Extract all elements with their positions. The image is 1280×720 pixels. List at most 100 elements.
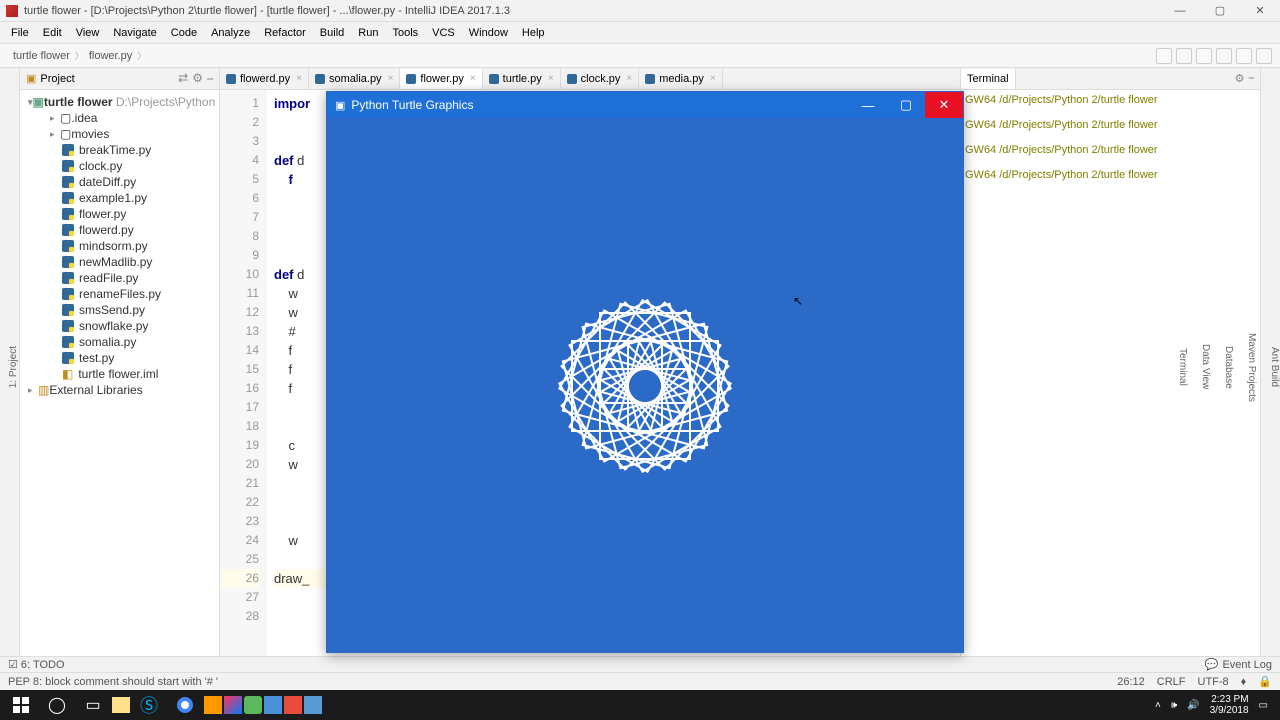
turtle-window[interactable]: ▣ Python Turtle Graphics — ▢ ✕ ↖ [326, 91, 964, 653]
tree-file[interactable]: smsSend.py [20, 302, 219, 318]
tab-clock[interactable]: clock.py× [561, 68, 640, 89]
close-icon[interactable]: × [470, 73, 476, 84]
gear-icon[interactable]: ⚙ [1235, 72, 1245, 85]
close-icon[interactable]: × [296, 73, 302, 84]
close-icon[interactable]: × [548, 73, 554, 84]
cursor-position[interactable]: 26:12 [1117, 676, 1145, 688]
turtle-title-bar[interactable]: ▣ Python Turtle Graphics — ▢ ✕ [327, 92, 963, 118]
menu-build[interactable]: Build [313, 27, 351, 39]
breadcrumb[interactable]: flower.py [84, 50, 137, 62]
menu-view[interactable]: View [69, 27, 107, 39]
tree-folder-idea[interactable]: ▸▢ .idea [20, 110, 219, 126]
taskbar-app[interactable] [244, 696, 262, 714]
taskbar-explorer[interactable] [112, 697, 130, 713]
terminal-tab[interactable]: Terminal [961, 69, 1016, 90]
tree-file[interactable]: ◧turtle flower.iml [20, 366, 219, 382]
tab-media[interactable]: media.py× [639, 68, 722, 89]
menu-edit[interactable]: Edit [36, 27, 69, 39]
sidebar-terminal-tab[interactable]: Terminal [1177, 348, 1188, 386]
file-encoding[interactable]: UTF-8 [1198, 676, 1229, 688]
breadcrumb[interactable]: turtle flower [8, 50, 75, 62]
coverage-button[interactable] [1216, 48, 1232, 64]
close-icon[interactable]: × [710, 73, 716, 84]
tab-flower[interactable]: flower.py× [400, 69, 482, 90]
tree-file[interactable]: readFile.py [20, 270, 219, 286]
menu-window[interactable]: Window [462, 27, 515, 39]
tree-file[interactable]: dateDiff.py [20, 174, 219, 190]
settings-icon[interactable]: ⚙ [192, 71, 203, 86]
sidebar-maven-tab[interactable]: Maven Projects [1246, 333, 1257, 402]
menu-tools[interactable]: Tools [385, 27, 425, 39]
taskbar-chrome[interactable] [168, 692, 202, 718]
tab-flowerd[interactable]: flowerd.py× [220, 68, 309, 89]
debug-button[interactable] [1196, 48, 1212, 64]
menu-refactor[interactable]: Refactor [257, 27, 313, 39]
taskbar-app[interactable] [284, 696, 302, 714]
taskbar-sublime[interactable] [204, 696, 222, 714]
close-icon[interactable]: × [388, 73, 394, 84]
tree-file[interactable]: flower.py [20, 206, 219, 222]
build-button[interactable] [1156, 48, 1172, 64]
sidebar-ant-tab[interactable]: Ant Build [1269, 347, 1280, 387]
maximize-button[interactable]: ▢ [1200, 0, 1240, 22]
hide-icon[interactable]: ⎯ [207, 71, 213, 86]
taskview-button[interactable]: ▭ [76, 692, 110, 718]
turtle-close-button[interactable]: ✕ [925, 92, 963, 118]
menu-code[interactable]: Code [164, 27, 204, 39]
tree-folder-movies[interactable]: ▸▢ movies [20, 126, 219, 142]
tree-file[interactable]: renameFiles.py [20, 286, 219, 302]
taskbar-intellij[interactable] [224, 696, 242, 714]
context-indicator[interactable]: ♦ [1241, 676, 1247, 688]
taskbar-skype[interactable]: Ⓢ [132, 692, 166, 718]
menu-help[interactable]: Help [515, 27, 552, 39]
tray-notifications-icon[interactable]: ▭ [1259, 700, 1268, 711]
tree-file[interactable]: mindsorm.py [20, 238, 219, 254]
menu-file[interactable]: File [4, 27, 36, 39]
tab-somalia[interactable]: somalia.py× [309, 68, 400, 89]
menu-analyze[interactable]: Analyze [204, 27, 257, 39]
stop-button[interactable] [1236, 48, 1252, 64]
tree-file[interactable]: snowflake.py [20, 318, 219, 334]
tree-file[interactable]: test.py [20, 350, 219, 366]
minimize-button[interactable]: — [1160, 0, 1200, 22]
menu-run[interactable]: Run [351, 27, 385, 39]
turtle-maximize-button[interactable]: ▢ [887, 92, 925, 118]
taskbar-app[interactable] [264, 696, 282, 714]
hide-icon[interactable]: ⎯ [1249, 72, 1255, 85]
tree-file[interactable]: clock.py [20, 158, 219, 174]
sidebar-project-tab[interactable]: 1: Project [8, 346, 19, 388]
todo-tab[interactable]: ☑ 6: TODO [8, 658, 65, 671]
terminal-body[interactable]: GW64 /d/Projects/Python 2/turtle flower … [961, 90, 1260, 656]
start-button[interactable] [4, 692, 38, 718]
run-button[interactable] [1176, 48, 1192, 64]
tray-wifi-icon[interactable]: 🕪 [1171, 700, 1177, 711]
project-tree[interactable]: ▾ ▣ turtle flower D:\Projects\Python 2\t… [20, 90, 219, 656]
lock-icon[interactable]: 🔒 [1258, 675, 1272, 688]
menu-vcs[interactable]: VCS [425, 27, 462, 39]
tray-up-icon[interactable]: ˄ [1155, 700, 1161, 711]
tab-turtle[interactable]: turtle.py× [483, 68, 561, 89]
event-log-tab[interactable]: 💬 Event Log [1205, 658, 1272, 671]
terminal-line: GW64 /d/Projects/Python 2/turtle flower [965, 119, 1256, 131]
search-button[interactable] [1256, 48, 1272, 64]
turtle-minimize-button[interactable]: — [849, 92, 887, 118]
menu-navigate[interactable]: Navigate [106, 27, 163, 39]
tree-root[interactable]: ▾ ▣ turtle flower D:\Projects\Python 2\t… [20, 94, 219, 110]
tree-file[interactable]: somalia.py [20, 334, 219, 350]
cortana-button[interactable]: ◯ [40, 692, 74, 718]
tray-clock[interactable]: 2:23 PM3/9/2018 [1210, 694, 1249, 716]
sidebar-database-tab[interactable]: Database [1223, 346, 1234, 389]
collapse-icon[interactable]: ⇄ [178, 71, 188, 86]
taskbar-app[interactable] [304, 696, 322, 714]
tree-file[interactable]: breakTime.py [20, 142, 219, 158]
line-separator[interactable]: CRLF [1157, 676, 1186, 688]
close-button[interactable]: ✕ [1240, 0, 1280, 22]
tray-volume-icon[interactable]: 🔊 [1187, 700, 1199, 711]
terminal-header: Terminal ⚙ ⎯ [961, 68, 1260, 90]
sidebar-dataview-tab[interactable]: Data View [1200, 344, 1211, 389]
tree-external-libs[interactable]: ▸▥ External Libraries [20, 382, 219, 398]
tree-file[interactable]: flowerd.py [20, 222, 219, 238]
close-icon[interactable]: × [626, 73, 632, 84]
tree-file[interactable]: example1.py [20, 190, 219, 206]
tree-file[interactable]: newMadlib.py [20, 254, 219, 270]
